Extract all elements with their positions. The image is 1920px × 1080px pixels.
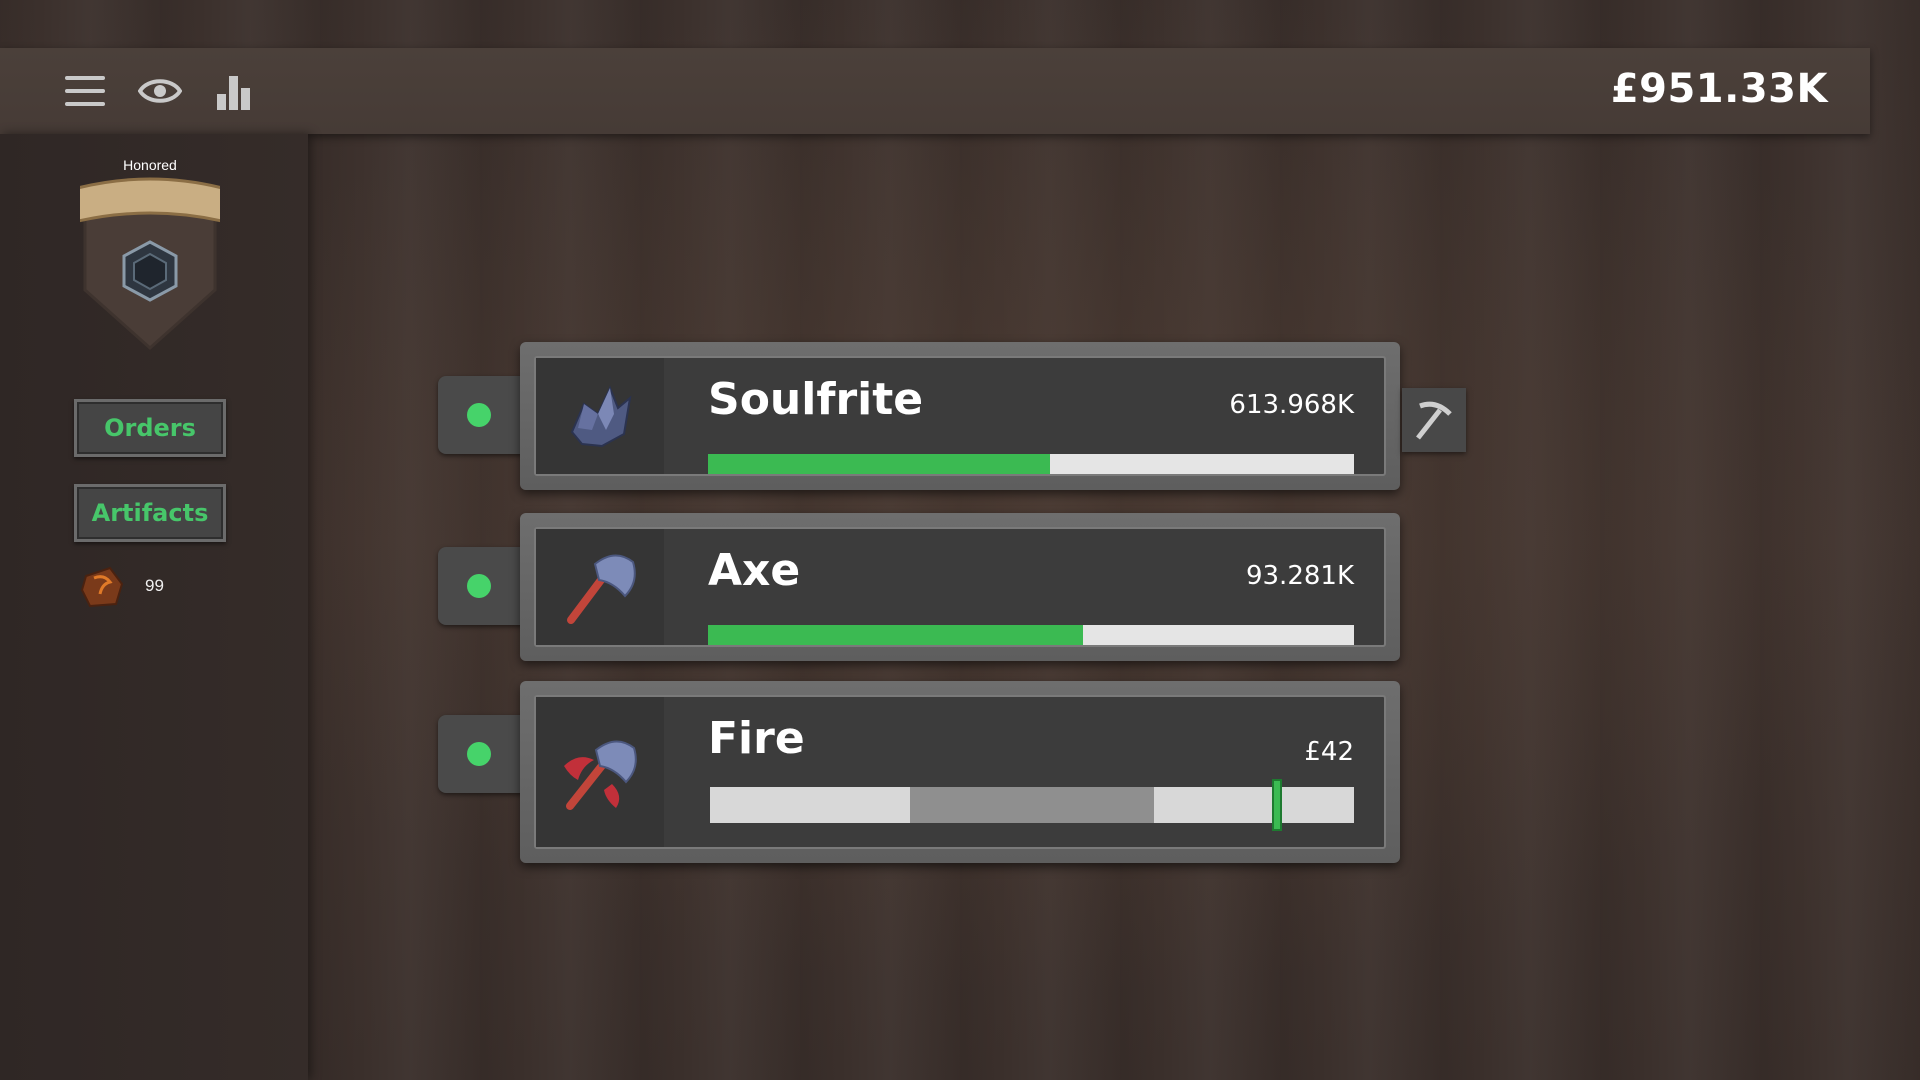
eye-icon[interactable] bbox=[138, 70, 182, 112]
menu-icon[interactable] bbox=[63, 70, 107, 112]
active-indicator bbox=[467, 574, 491, 598]
rank-shield-icon bbox=[68, 170, 232, 354]
stats-icon[interactable] bbox=[212, 70, 256, 112]
pickaxe-button[interactable] bbox=[1402, 388, 1466, 452]
item-name: Axe bbox=[708, 545, 801, 596]
soulfrite-ore-icon bbox=[536, 358, 664, 474]
soulfrite-card[interactable]: Soulfrite 613.968K bbox=[520, 342, 1400, 490]
progress-fill bbox=[708, 625, 1083, 645]
progress-bar bbox=[708, 454, 1354, 474]
timing-zone bbox=[909, 787, 1155, 823]
progress-fill bbox=[708, 454, 1051, 474]
rank-label: Honored bbox=[123, 157, 177, 173]
axe-toggle[interactable] bbox=[438, 547, 524, 625]
progress-bar bbox=[708, 625, 1354, 645]
artifact-count: 99 bbox=[145, 576, 164, 595]
artifacts-button[interactable]: Artifacts bbox=[74, 484, 226, 542]
fire-card[interactable]: Fire £42 bbox=[520, 681, 1400, 863]
item-value: 93.281K bbox=[1245, 561, 1354, 591]
currency-display: £951.33K bbox=[1610, 66, 1828, 112]
timing-bar[interactable] bbox=[710, 779, 1354, 831]
item-value: £42 bbox=[1304, 737, 1354, 767]
active-indicator bbox=[467, 742, 491, 766]
fire-toggle[interactable] bbox=[438, 715, 524, 793]
top-bar: £951.33K bbox=[0, 48, 1870, 134]
soulfrite-toggle[interactable] bbox=[438, 376, 524, 454]
artifact-icon bbox=[80, 566, 124, 612]
timing-marker bbox=[1271, 779, 1282, 831]
active-indicator bbox=[467, 403, 491, 427]
axe-icon bbox=[536, 529, 664, 645]
item-name: Soulfrite bbox=[708, 374, 924, 425]
fire-axe-icon bbox=[536, 697, 664, 847]
item-name: Fire bbox=[708, 713, 805, 764]
orders-button[interactable]: Orders bbox=[74, 399, 226, 457]
axe-card[interactable]: Axe 93.281K bbox=[520, 513, 1400, 661]
item-value: 613.968K bbox=[1229, 390, 1354, 420]
